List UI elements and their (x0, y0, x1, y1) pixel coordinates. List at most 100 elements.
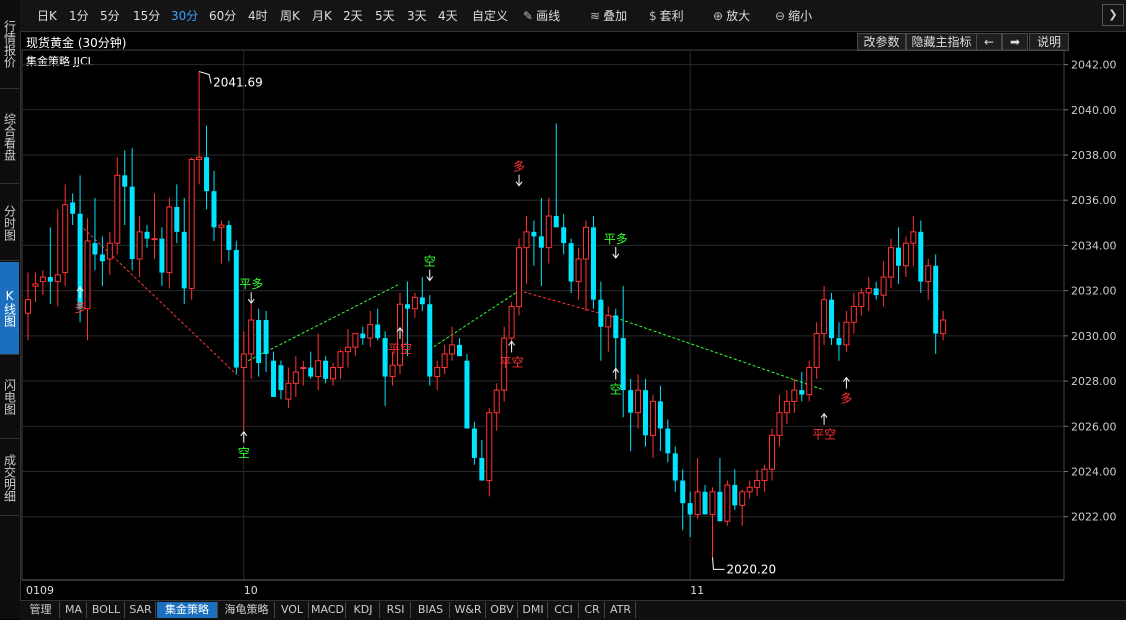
candle-body (880, 276, 887, 296)
candle-body (419, 297, 425, 305)
candlestick-chart[interactable]: 2042.00 2040.00 2038.00 2036.00 2034.00 2032.… (0, 0, 1126, 600)
y-tick-label: 2032.00 (1071, 285, 1117, 298)
indicator-tab-16[interactable]: ATR (606, 602, 636, 618)
candle-body (888, 247, 895, 278)
candle-body (263, 320, 269, 354)
candle-body (337, 351, 344, 368)
candle-body (821, 299, 828, 335)
y-tick-label: 2038.00 (1071, 149, 1117, 162)
candle-body (174, 206, 180, 232)
indicator-tab-4[interactable]: 集金策略 (157, 602, 218, 618)
candle-body (211, 191, 217, 228)
candle-body (330, 366, 337, 380)
candle-body (568, 243, 574, 282)
indicator-tab-1[interactable]: MA (61, 602, 87, 618)
candle-body (159, 238, 165, 273)
candle-body (829, 299, 835, 339)
candle-body (643, 390, 649, 436)
candle-body (166, 206, 173, 274)
y-tick-label: 2042.00 (1071, 59, 1117, 72)
y-tick-label: 2022.00 (1071, 511, 1117, 524)
signal-label: 多 (840, 392, 852, 406)
candle-body (545, 215, 552, 249)
candle-body (375, 324, 381, 339)
candle-body (680, 480, 686, 504)
candle-body (114, 174, 121, 244)
candle-body (457, 344, 463, 357)
candle-body (92, 243, 98, 255)
candle-body (106, 242, 113, 260)
candle-body (233, 249, 239, 368)
signal-label: 空 (424, 255, 436, 269)
candle-body (531, 231, 537, 237)
indicator-tab-9[interactable]: RSI (381, 602, 411, 618)
signal-label: 平空 (388, 342, 412, 356)
candle-body (271, 360, 277, 397)
indicator-tab-10[interactable]: BIAS (412, 602, 450, 618)
indicator-tab-6[interactable]: VOL (276, 602, 309, 618)
candle-body (47, 277, 53, 282)
candle-body (226, 225, 232, 250)
trend-line-4 (615, 317, 825, 391)
indicator-tab-0[interactable]: 管理 (22, 602, 60, 618)
candle-body (732, 485, 738, 506)
candle-body (769, 434, 775, 470)
candle-body (122, 175, 128, 187)
candle-body (493, 389, 500, 414)
candle-body (806, 366, 813, 396)
candle-body (39, 276, 46, 283)
indicator-tab-7[interactable]: MACD (310, 602, 346, 618)
candle-body (665, 428, 671, 454)
candle-body (99, 254, 105, 262)
candle-body (613, 315, 619, 339)
candle-body (902, 242, 909, 267)
indicator-tab-11[interactable]: W&R (451, 602, 486, 618)
candle-body (411, 296, 418, 310)
candle-body (783, 400, 790, 414)
x-tick-label: 0109 (26, 584, 54, 597)
candle-body (144, 231, 150, 239)
candle-body (561, 227, 567, 244)
candle-body (717, 491, 723, 522)
indicator-tab-13[interactable]: DMI (519, 602, 548, 618)
candle-body (479, 457, 485, 481)
candle-body (285, 382, 292, 400)
y-tick-label: 2028.00 (1071, 375, 1117, 388)
indicator-tab-5[interactable]: 海龟策略 (219, 602, 275, 618)
candle-body (657, 401, 663, 429)
signal-label: 平多 (239, 277, 263, 291)
candle-body (746, 486, 753, 493)
candle-body (300, 366, 307, 369)
candle-body (32, 283, 39, 287)
candle-body (25, 299, 31, 314)
candle-body (434, 366, 441, 378)
candle-body (709, 491, 716, 515)
candle-body (910, 231, 917, 244)
candle-body (240, 353, 247, 368)
indicator-tab-14[interactable]: CCI (549, 602, 579, 618)
indicator-tab-8[interactable]: KDJ (347, 602, 380, 618)
candle-body (427, 304, 433, 377)
candle-body (292, 371, 299, 384)
candle-body (196, 156, 203, 161)
candle-body (575, 258, 582, 283)
candle-body (635, 389, 642, 414)
candle-body (367, 324, 374, 339)
candle-body (583, 226, 589, 260)
candle-body (724, 484, 731, 522)
candle-body (843, 321, 850, 346)
candle-body (754, 480, 761, 488)
candle-body (352, 333, 359, 348)
indicator-tab-3[interactable]: SAR (126, 602, 156, 618)
candle-body (702, 491, 708, 515)
signal-label: 空 (610, 382, 622, 396)
candle-body (850, 305, 857, 323)
indicator-tab-12[interactable]: OBV (487, 602, 518, 618)
indicator-tab-15[interactable]: CR (580, 602, 605, 618)
indicator-tab-2[interactable]: BOLL (88, 602, 125, 618)
candle-body (791, 389, 798, 402)
candle-body (360, 333, 366, 339)
indicator-tab-bar: 管理 MA BOLL SAR 集金策略 海龟策略 VOL MACD KDJ RSI BIAS W&R O… (20, 600, 1126, 620)
candle-body (308, 367, 314, 377)
signal-label: 多 (74, 301, 86, 315)
